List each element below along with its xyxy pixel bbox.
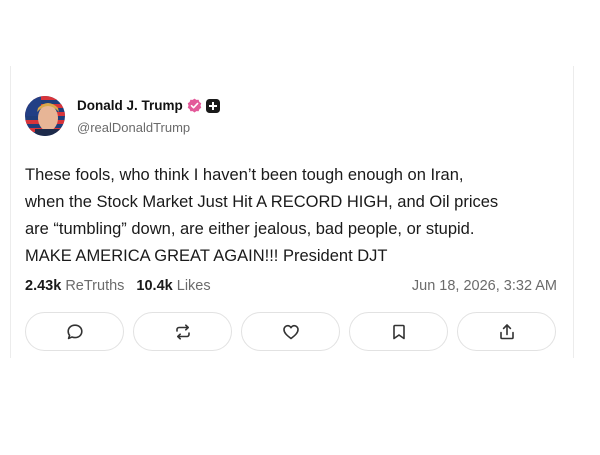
like-button[interactable] <box>241 312 340 351</box>
retruths-count: 2.43k <box>25 278 62 294</box>
reply-button[interactable] <box>25 312 124 351</box>
likes-label: Likes <box>176 278 211 294</box>
post-body-line: are “tumbling” down, are either jealous,… <box>25 220 475 238</box>
author-handle[interactable]: @realDonaldTrump <box>77 120 190 135</box>
bookmark-button[interactable] <box>349 312 448 351</box>
heart-icon <box>281 322 301 342</box>
post-body-line: MAKE AMERICA GREAT AGAIN!!! President DJ… <box>25 247 388 265</box>
chat-bubble-icon <box>65 322 85 342</box>
verified-badge-icon <box>187 98 202 113</box>
post-timestamp[interactable]: Jun 18, 2026, 3:32 AM <box>412 278 557 294</box>
post-stats: 2.43k ReTruths 10.4k Likes <box>25 278 211 294</box>
post-body-line: when the Stock Market Just Hit A RECORD … <box>25 193 499 211</box>
avatar[interactable] <box>25 96 65 136</box>
likes-stat[interactable]: 10.4k Likes <box>136 278 210 294</box>
post-body: These fools, who think I haven’t been to… <box>25 162 565 270</box>
action-bar <box>25 312 556 351</box>
author-name[interactable]: Donald J. Trump <box>77 98 183 113</box>
post-card: Donald J. Trump @realDonaldTrump These f… <box>10 66 574 358</box>
retruths-label: ReTruths <box>65 278 125 294</box>
author-row: Donald J. Trump <box>77 98 220 113</box>
plus-icon <box>205 98 220 113</box>
repost-icon <box>173 322 193 342</box>
retruths-stat[interactable]: 2.43k ReTruths <box>25 278 124 294</box>
post-body-line: These fools, who think I haven’t been to… <box>25 166 464 184</box>
share-icon <box>497 322 517 342</box>
share-button[interactable] <box>457 312 556 351</box>
bookmark-icon <box>389 322 409 342</box>
likes-count: 10.4k <box>136 278 173 294</box>
retruth-button[interactable] <box>133 312 232 351</box>
